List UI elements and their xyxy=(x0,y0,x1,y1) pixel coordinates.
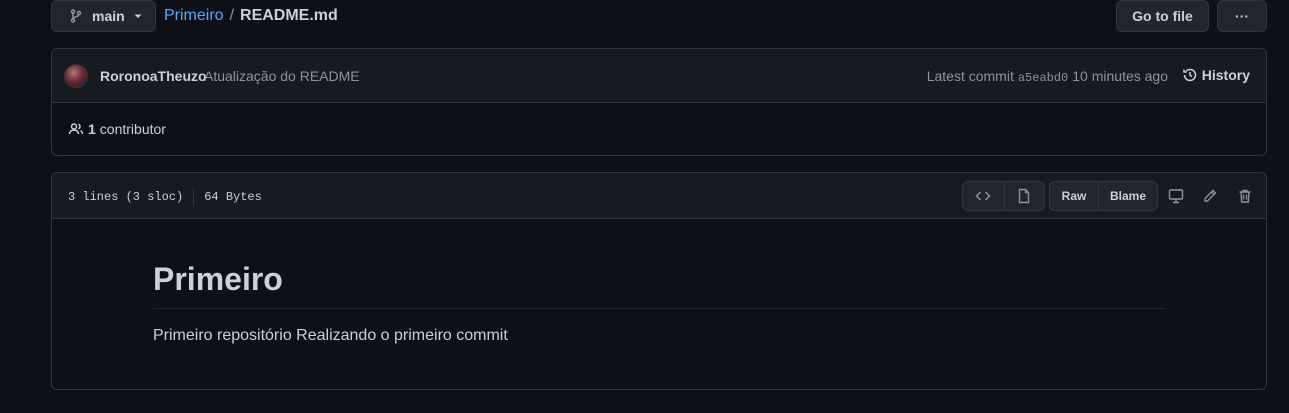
readme-content: Primeiro Primeiro repositório Realizando… xyxy=(153,261,1166,345)
file-header: 3 lines (3 sloc) 64 Bytes Raw Blame xyxy=(52,173,1266,219)
breadcrumb-repo-link[interactable]: Primeiro xyxy=(164,7,224,25)
delete-file-button[interactable] xyxy=(1235,186,1255,206)
git-branch-icon xyxy=(70,9,82,23)
pencil-icon xyxy=(1204,189,1217,202)
file-size: 64 Bytes xyxy=(204,190,262,204)
more-options-button[interactable]: ··· xyxy=(1217,0,1267,32)
go-to-file-button[interactable]: Go to file xyxy=(1116,0,1209,32)
display-source-button[interactable] xyxy=(963,182,1004,210)
readme-heading: Primeiro xyxy=(153,261,1166,309)
branch-select-button[interactable]: main xyxy=(51,0,156,32)
raw-blame-group: Raw Blame xyxy=(1049,181,1158,211)
kebab-horizontal-icon: ··· xyxy=(1235,8,1249,24)
latest-commit-info: Latest commit a5eabd0 10 minutes ago xyxy=(927,68,1168,85)
breadcrumb-file: README.md xyxy=(240,7,338,24)
caret-down-icon xyxy=(134,14,142,18)
trash-icon xyxy=(1239,189,1251,203)
file-navigation: main Primeiro / README.md Go to file ··· xyxy=(51,0,1267,32)
commit-sha-link[interactable]: a5eabd0 xyxy=(1018,71,1068,85)
commit-row: RoronoaTheuzo Atualização do README Late… xyxy=(52,49,1266,103)
latest-commit-box: RoronoaTheuzo Atualização do README Late… xyxy=(51,48,1267,156)
file-line-count: 3 lines (3 sloc) xyxy=(68,190,184,204)
contributors-link[interactable]: 1 contributor xyxy=(68,121,166,137)
display-rendered-button[interactable] xyxy=(1003,182,1045,210)
commit-time: 10 minutes ago xyxy=(1072,68,1168,84)
commit-message-link[interactable]: Atualização do README xyxy=(204,68,360,84)
code-icon xyxy=(975,191,991,201)
contributor-label: contributor xyxy=(99,121,166,137)
history-link[interactable]: History xyxy=(1182,67,1250,83)
breadcrumb: Primeiro / README.md xyxy=(164,7,338,25)
blame-button[interactable]: Blame xyxy=(1098,182,1157,210)
file-info: 3 lines (3 sloc) 64 Bytes xyxy=(68,188,262,206)
desktop-icon xyxy=(1168,189,1184,204)
open-desktop-button[interactable] xyxy=(1166,186,1186,206)
latest-commit-label: Latest commit xyxy=(926,68,1014,84)
branch-name: main xyxy=(92,8,125,24)
edit-file-button[interactable] xyxy=(1200,186,1220,206)
contributors-row: 1 contributor xyxy=(52,103,1266,155)
readme-paragraph: Primeiro repositório Realizando o primei… xyxy=(153,327,508,344)
history-label: History xyxy=(1201,67,1250,83)
people-icon xyxy=(68,123,84,135)
history-icon xyxy=(1183,68,1197,82)
commit-author-link[interactable]: RoronoaTheuzo xyxy=(100,68,207,84)
file-viewer: 3 lines (3 sloc) 64 Bytes Raw Blame Prim… xyxy=(51,172,1267,390)
breadcrumb-separator: / xyxy=(229,7,235,24)
file-info-divider xyxy=(193,188,195,206)
contributor-count: 1 xyxy=(88,121,96,137)
avatar[interactable] xyxy=(64,64,88,88)
raw-button[interactable]: Raw xyxy=(1050,182,1098,210)
file-icon xyxy=(1019,188,1030,204)
view-mode-toggle xyxy=(962,181,1045,211)
